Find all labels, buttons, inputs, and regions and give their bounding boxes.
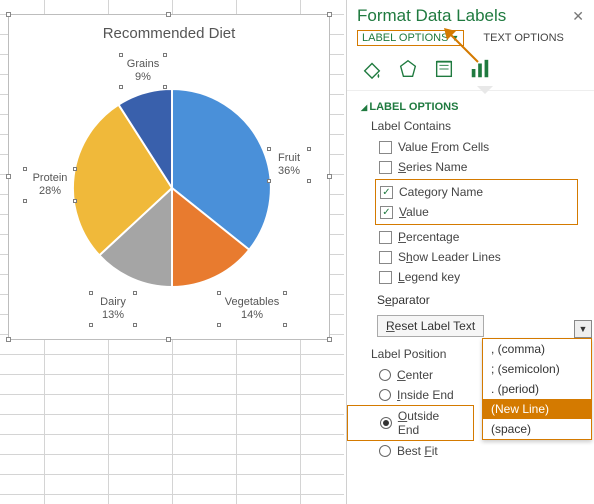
label-contains-title: Label Contains bbox=[347, 117, 594, 137]
chk-series-name[interactable]: Series Name bbox=[347, 157, 594, 177]
dd-space[interactable]: (space) bbox=[483, 419, 591, 439]
dd-period[interactable]: . (period) bbox=[483, 379, 591, 399]
chk-legend-key[interactable]: Legend key bbox=[347, 267, 594, 287]
separator-dropdown[interactable]: ▼ , (comma) ; (semicolon) . (period) (Ne… bbox=[482, 338, 592, 440]
radio-outside-end[interactable]: Outside End bbox=[347, 405, 474, 441]
dd-semicolon[interactable]: ; (semicolon) bbox=[483, 359, 591, 379]
effects-icon[interactable] bbox=[397, 58, 419, 80]
data-label-dairy[interactable]: Dairy13% bbox=[91, 293, 135, 325]
dd-newline[interactable]: (New Line) bbox=[483, 399, 591, 419]
pie-chart[interactable] bbox=[73, 89, 271, 287]
chk-value-from-cells[interactable]: Value From Cells bbox=[347, 137, 594, 157]
chart-container[interactable]: Recommended Diet Fruit36% Vegetables14% … bbox=[8, 14, 330, 340]
dd-comma[interactable]: , (comma) bbox=[483, 339, 591, 359]
reset-label-text-button[interactable]: Reset Label Text bbox=[377, 315, 484, 337]
data-label-grains[interactable]: Grains9% bbox=[121, 55, 165, 87]
chk-percentage[interactable]: Percentage bbox=[347, 227, 594, 247]
separator-label: Separator bbox=[377, 293, 430, 307]
chart-title[interactable]: Recommended Diet bbox=[9, 25, 329, 42]
data-label-protein[interactable]: Protein28% bbox=[25, 169, 75, 201]
radio-best-fit[interactable]: Best Fit bbox=[347, 441, 594, 461]
data-label-fruit[interactable]: Fruit36% bbox=[269, 149, 309, 181]
fill-bucket-icon[interactable] bbox=[361, 58, 383, 80]
tab-text-options[interactable]: TEXT OPTIONS bbox=[483, 32, 563, 44]
tab-label-options[interactable]: LABEL OPTIONS▼ bbox=[357, 30, 464, 46]
chart-bars-icon[interactable] bbox=[469, 58, 491, 80]
chevron-down-icon[interactable]: ▼ bbox=[574, 320, 592, 338]
chk-category-name[interactable]: ✓Category Name bbox=[376, 182, 577, 202]
chk-show-leader[interactable]: Show Leader Lines bbox=[347, 247, 594, 267]
chk-value[interactable]: ✓Value bbox=[376, 202, 577, 222]
data-label-vegetables[interactable]: Vegetables14% bbox=[219, 293, 285, 325]
section-label-options[interactable]: LABEL OPTIONS bbox=[347, 91, 594, 117]
size-props-icon[interactable] bbox=[433, 58, 455, 80]
format-panel: Format Data Labels ✕ LABEL OPTIONS▼ TEXT… bbox=[346, 0, 594, 504]
close-icon[interactable]: ✕ bbox=[572, 8, 584, 25]
panel-title: Format Data Labels bbox=[357, 6, 506, 26]
